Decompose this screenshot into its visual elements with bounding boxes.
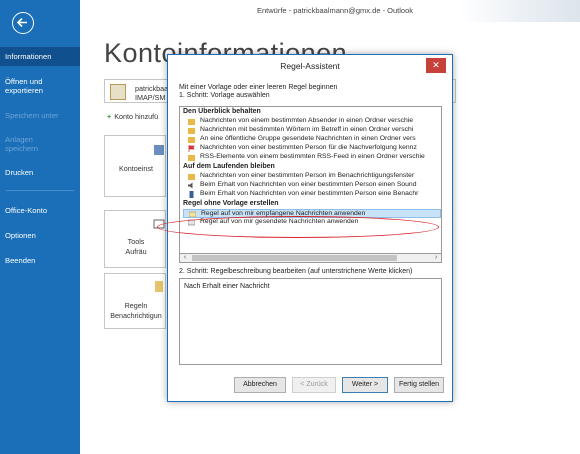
- cancel-button[interactable]: Abbrechen: [234, 377, 286, 393]
- arrow-left-icon: [16, 17, 27, 28]
- template-listbox[interactable]: Den Überblick behalten Nachrichten von e…: [179, 106, 442, 263]
- list-item[interactable]: Nachrichten mit bestimmten Wörtern im Be…: [183, 126, 441, 135]
- nav-separator: [6, 190, 74, 191]
- folder-move-icon: [188, 119, 195, 125]
- tile-3-label-1: Regeln: [124, 301, 148, 310]
- rules-icon: [155, 281, 163, 292]
- add-account-label: Konto hinzufü: [114, 112, 159, 121]
- nav-item-anlagen-speichern: Anlagen speichern: [5, 135, 38, 153]
- folder-move-icon: [188, 155, 195, 161]
- rule-description-text: Nach Erhalt einer Nachricht: [184, 283, 270, 290]
- scroll-right-icon[interactable]: ›: [431, 254, 441, 262]
- close-button[interactable]: ✕: [426, 58, 446, 73]
- list-item[interactable]: Beim Erhalt von Nachrichten von einer be…: [183, 190, 441, 199]
- back-button[interactable]: [12, 12, 34, 34]
- flag-icon: [188, 145, 195, 152]
- back-step-button: < Zurück: [292, 377, 336, 393]
- add-account-button[interactable]: + Konto hinzufü: [107, 112, 158, 121]
- plus-icon: +: [107, 112, 112, 121]
- nav-item-informationen[interactable]: Informationen: [0, 47, 80, 66]
- group-heading: Regel ohne Vorlage erstellen: [183, 200, 279, 207]
- list-item[interactable]: An eine öffentliche Gruppe gesendete Nac…: [183, 135, 441, 144]
- list-item[interactable]: Nachrichten von einer bestimmten Person …: [183, 172, 441, 181]
- title-decoration: [460, 0, 580, 22]
- folder-move-icon: [188, 128, 195, 134]
- folder-move-icon: [188, 137, 195, 143]
- account-icon: [110, 84, 126, 100]
- phone-icon: [189, 191, 194, 198]
- folder-move-icon: [188, 174, 195, 180]
- account-line-2: IMAP/SM: [135, 93, 166, 102]
- nav-item-optionen[interactable]: Optionen: [0, 231, 80, 240]
- next-button[interactable]: Weiter >: [342, 377, 388, 393]
- backstage-nav: Informationen Öffnen und exportieren Spe…: [0, 0, 80, 454]
- title-bar: Entwürfe - patrickbaalmann@gmx.de - Outl…: [80, 0, 580, 22]
- rules-tile[interactable]: Regeln Benachrichtigun: [104, 273, 166, 329]
- group-heading: Auf dem Laufenden bleiben: [183, 163, 275, 170]
- dialog-title: Regel-Assistent: [280, 61, 340, 71]
- horizontal-scrollbar[interactable]: ‹ ›: [179, 253, 442, 263]
- dialog-title-bar: Regel-Assistent ✕: [168, 55, 452, 77]
- speaker-icon: [188, 182, 193, 189]
- outlook-window: Informationen Öffnen und exportieren Spe…: [0, 0, 580, 454]
- step2-label: 2. Schritt: Regelbeschreibung bearbeiten…: [179, 268, 413, 275]
- person-icon: [154, 145, 164, 155]
- account-line-1: patrickbaa: [135, 84, 169, 93]
- nav-item-oeffnen-exportieren[interactable]: Öffnen und exportieren: [0, 77, 80, 97]
- list-item[interactable]: Nachrichten von einer bestimmten Person …: [183, 144, 441, 153]
- nav-item-beenden[interactable]: Beenden: [0, 256, 80, 265]
- group-heading: Den Überblick behalten: [183, 108, 261, 115]
- scroll-left-icon[interactable]: ‹: [180, 254, 190, 262]
- account-settings-tile[interactable]: Kontoeinst: [104, 135, 166, 197]
- nav-item-speichern-unter: Speichern unter: [5, 111, 59, 120]
- scroll-thumb[interactable]: [192, 255, 397, 261]
- dialog-intro: Mit einer Vorlage oder einer leeren Rege…: [179, 84, 338, 91]
- nav-item-drucken[interactable]: Drucken: [0, 168, 80, 177]
- cleanup-tools-tile[interactable]: Tools Aufräu: [104, 210, 166, 268]
- tile-1-label: Kontoeinst: [119, 164, 153, 173]
- finish-button[interactable]: Fertig stellen: [394, 377, 444, 393]
- tile-2-label-2: Aufräu: [125, 247, 147, 256]
- list-item[interactable]: Beim Erhalt von Nachrichten von einer be…: [183, 181, 441, 190]
- envelope-icon: [189, 211, 196, 217]
- rule-description-box[interactable]: Nach Erhalt einer Nachricht: [179, 278, 442, 365]
- nav-item-office-konto[interactable]: Office-Konto: [0, 206, 80, 215]
- list-item[interactable]: Nachrichten von einem bestimmten Absende…: [183, 117, 441, 126]
- tile-3-label-2: Benachrichtigun: [110, 311, 162, 320]
- highlight-oval: [157, 216, 439, 238]
- close-icon: ✕: [432, 60, 440, 70]
- tile-2-label-1: Tools: [127, 237, 145, 246]
- list-item[interactable]: RSS-Elemente von einem bestimmten RSS-Fe…: [183, 153, 441, 162]
- step1-label: 1. Schritt: Vorlage auswählen: [179, 92, 270, 99]
